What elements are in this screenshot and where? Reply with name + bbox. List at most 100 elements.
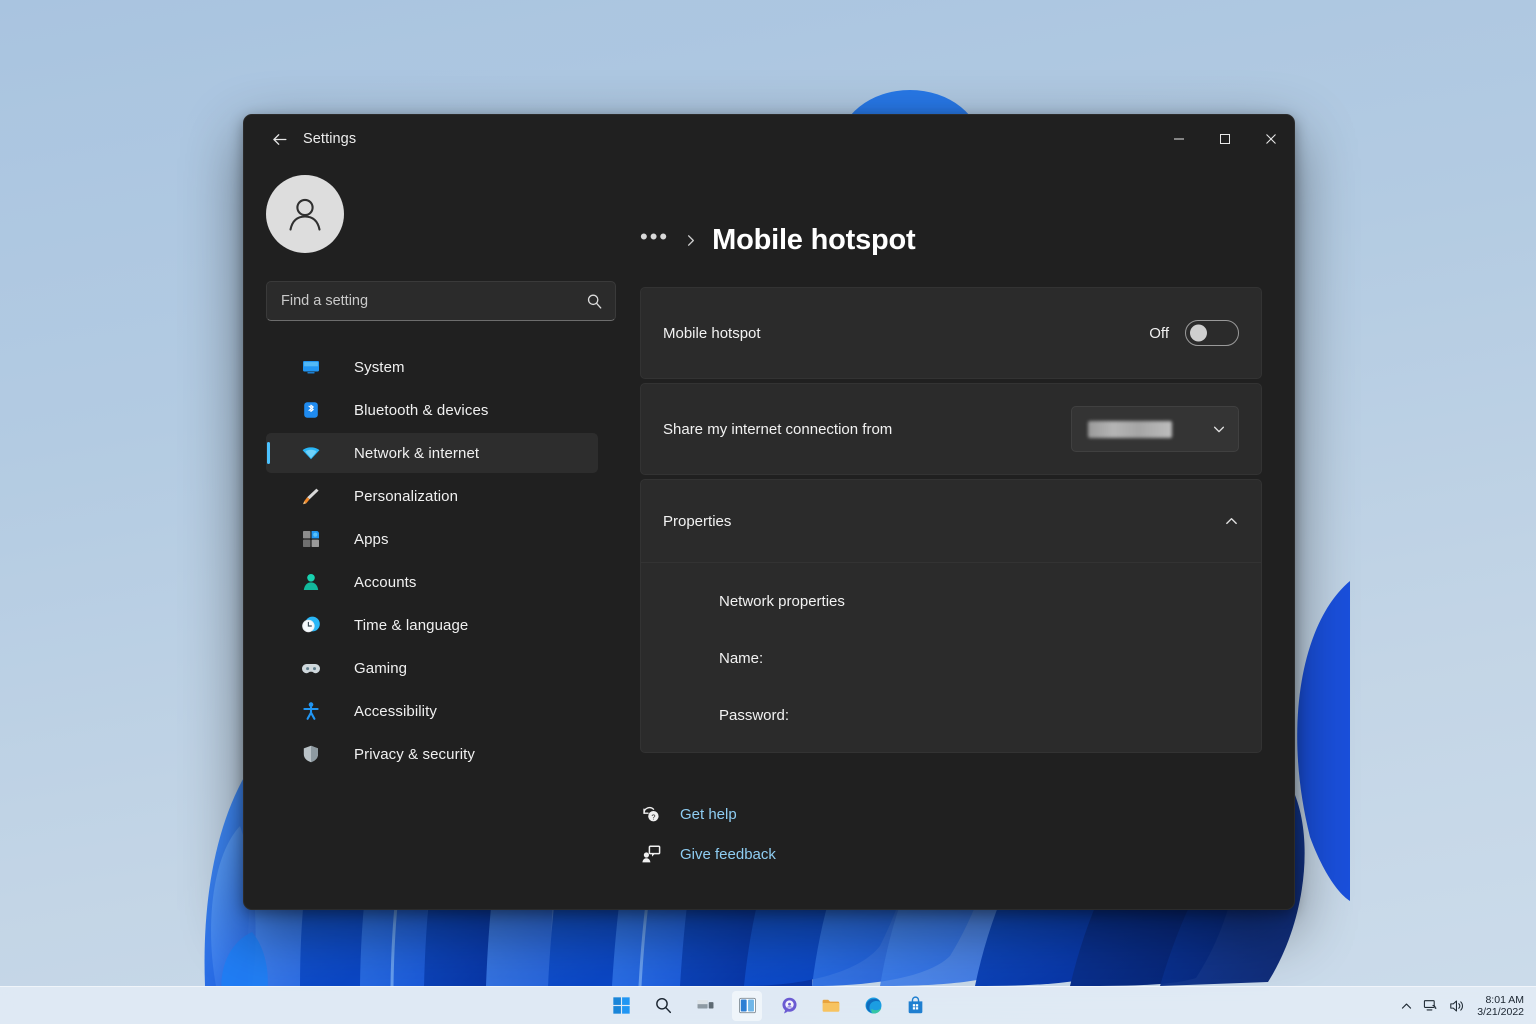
sidebar-item-privacy-security[interactable]: Privacy & security bbox=[266, 734, 598, 774]
sidebar-item-gaming[interactable]: Gaming bbox=[266, 648, 598, 688]
window-body: System Bluetooth & devices bbox=[244, 163, 1294, 909]
toggle-knob bbox=[1190, 324, 1207, 342]
system-monitor-icon bbox=[300, 356, 322, 378]
accessibility-icon bbox=[300, 700, 322, 722]
task-view-icon bbox=[697, 999, 713, 1009]
system-tray: 8:01 AM 3/21/2022 bbox=[1400, 987, 1528, 1024]
minimize-button[interactable] bbox=[1156, 115, 1202, 163]
search-icon bbox=[586, 293, 603, 310]
breadcrumb-overflow-button[interactable]: ••• bbox=[640, 226, 669, 254]
page-title: Mobile hotspot bbox=[712, 223, 916, 256]
share-connection-row: Share my internet connection from bbox=[641, 384, 1261, 474]
settings-window: Settings Find a setting System Bluetooth… bbox=[243, 114, 1295, 910]
taskbar-search-button[interactable] bbox=[648, 991, 678, 1021]
tray-network-button[interactable] bbox=[1423, 998, 1439, 1014]
sidebar-item-accounts[interactable]: Accounts bbox=[266, 562, 598, 602]
person-icon bbox=[300, 571, 322, 593]
widgets-icon bbox=[738, 997, 756, 1014]
network-properties-heading: Network properties bbox=[719, 593, 845, 610]
gamepad-icon bbox=[300, 657, 322, 679]
taskbar-task-view-button[interactable] bbox=[690, 991, 720, 1021]
desktop: Settings Find a setting System Bluetooth… bbox=[0, 0, 1536, 1024]
mobile-hotspot-state: Off bbox=[1149, 324, 1169, 342]
sidebar-item-label: Accounts bbox=[354, 573, 417, 591]
taskbar-start-button[interactable] bbox=[606, 991, 636, 1021]
sidebar-item-system[interactable]: System bbox=[266, 347, 598, 387]
sidebar: System Bluetooth & devices bbox=[244, 163, 616, 909]
chevron-up-icon bbox=[1402, 1002, 1412, 1009]
maximize-button[interactable] bbox=[1202, 115, 1248, 163]
network-icon bbox=[1424, 1000, 1437, 1011]
maximize-icon bbox=[1220, 134, 1230, 144]
search-box[interactable] bbox=[266, 281, 616, 321]
user-avatar-icon bbox=[289, 198, 321, 231]
close-button[interactable] bbox=[1248, 115, 1294, 163]
properties-header[interactable]: Properties bbox=[641, 480, 1261, 562]
main-content: ••• Mobile hotspot Mobile hotspot Off Sh… bbox=[616, 163, 1294, 909]
search-input[interactable] bbox=[281, 293, 586, 309]
sidebar-item-network-internet[interactable]: Network & internet bbox=[266, 433, 598, 473]
avatar-row bbox=[244, 163, 616, 253]
mobile-hotspot-label: Mobile hotspot bbox=[663, 324, 761, 342]
wifi-icon bbox=[300, 442, 322, 464]
mobile-hotspot-toggle[interactable] bbox=[1185, 320, 1239, 346]
avatar[interactable] bbox=[266, 175, 344, 253]
taskbar-buttons bbox=[606, 990, 930, 1021]
sidebar-item-bluetooth-devices[interactable]: Bluetooth & devices bbox=[266, 390, 598, 430]
mobile-hotspot-card: Mobile hotspot Off bbox=[640, 287, 1262, 379]
clock-time: 8:01 AM bbox=[1485, 993, 1524, 1006]
get-help-link[interactable]: Get help bbox=[680, 806, 737, 823]
app-title: Settings bbox=[303, 131, 357, 147]
store-bag-icon bbox=[908, 996, 922, 1014]
properties-card: Properties bbox=[640, 479, 1262, 563]
paintbrush-icon bbox=[300, 485, 322, 507]
get-help-row[interactable]: ? Get help bbox=[640, 803, 1262, 825]
close-icon bbox=[1266, 134, 1276, 144]
sidebar-item-label: System bbox=[354, 358, 405, 376]
taskbar-edge-button[interactable] bbox=[858, 991, 888, 1021]
sidebar-item-label: Network & internet bbox=[354, 444, 480, 462]
help-question-icon: ? bbox=[640, 803, 662, 825]
sidebar-item-label: Apps bbox=[354, 530, 389, 548]
tray-overflow-button[interactable] bbox=[1400, 1000, 1413, 1013]
sidebar-item-label: Time & language bbox=[354, 616, 469, 634]
folder-icon bbox=[822, 999, 840, 1012]
chevron-right-icon bbox=[683, 233, 698, 248]
chevron-up-icon[interactable] bbox=[1224, 514, 1239, 529]
chevron-down-icon bbox=[1212, 422, 1226, 436]
network-password-field: Password: bbox=[719, 707, 790, 724]
tray-volume-button[interactable] bbox=[1449, 998, 1465, 1014]
shield-icon bbox=[300, 743, 322, 765]
share-connection-dropdown[interactable] bbox=[1071, 406, 1239, 452]
search-icon bbox=[655, 997, 671, 1014]
taskbar-microsoft-store-button[interactable] bbox=[900, 991, 930, 1021]
give-feedback-link[interactable]: Give feedback bbox=[680, 846, 776, 863]
nav-list: System Bluetooth & devices Network & int… bbox=[244, 347, 616, 774]
svg-text:?: ? bbox=[651, 812, 655, 821]
sidebar-item-personalization[interactable]: Personalization bbox=[266, 476, 598, 516]
sidebar-item-apps[interactable]: Apps bbox=[266, 519, 598, 559]
apps-grid-icon bbox=[300, 528, 322, 550]
properties-body: Network properties Name: Password: bbox=[640, 563, 1262, 753]
give-feedback-row[interactable]: Give feedback bbox=[640, 843, 1262, 865]
sidebar-item-time-language[interactable]: Time & language bbox=[266, 605, 598, 645]
sidebar-item-label: Bluetooth & devices bbox=[354, 401, 489, 419]
sidebar-item-label: Accessibility bbox=[354, 702, 437, 720]
chat-icon bbox=[781, 997, 797, 1014]
minimize-icon bbox=[1174, 138, 1184, 140]
windows-logo-icon bbox=[612, 997, 630, 1014]
feedback-icon bbox=[640, 843, 662, 865]
titlebar: Settings bbox=[244, 115, 1294, 163]
sidebar-item-accessibility[interactable]: Accessibility bbox=[266, 691, 598, 731]
window-controls bbox=[1156, 115, 1294, 163]
clock-icon bbox=[300, 614, 322, 636]
taskbar-file-explorer-button[interactable] bbox=[816, 991, 846, 1021]
taskbar-widgets-button[interactable] bbox=[732, 990, 762, 1021]
taskbar-clock[interactable]: 8:01 AM 3/21/2022 bbox=[1475, 994, 1524, 1018]
share-connection-label: Share my internet connection from bbox=[663, 420, 893, 438]
share-connection-value-redacted bbox=[1088, 420, 1172, 438]
back-button[interactable] bbox=[261, 123, 297, 155]
sidebar-item-label: Gaming bbox=[354, 659, 408, 677]
taskbar-chat-button[interactable] bbox=[774, 991, 804, 1021]
taskbar: 8:01 AM 3/21/2022 bbox=[0, 986, 1536, 1024]
